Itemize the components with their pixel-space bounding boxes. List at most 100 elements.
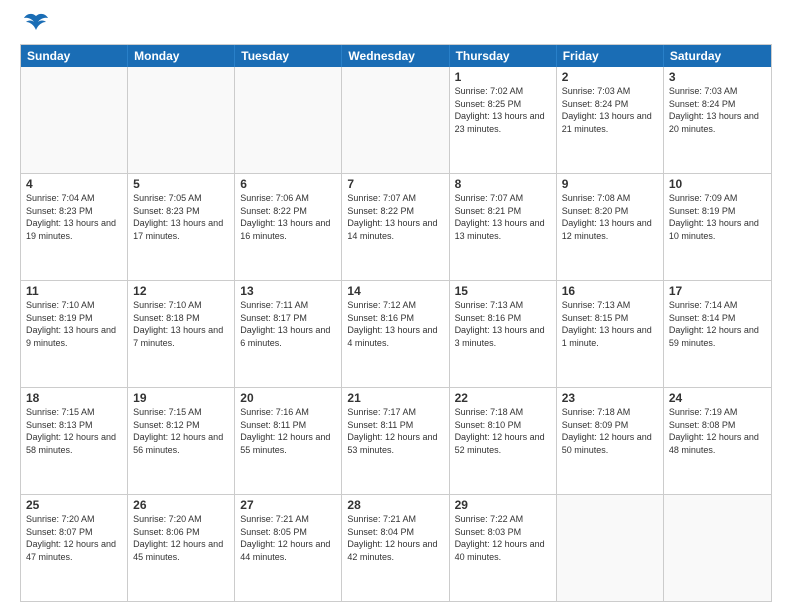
day-number: 22 [455,391,551,405]
calendar-row-3: 11 Sunrise: 7:10 AM Sunset: 8:19 PM Dayl… [21,280,771,387]
day-number: 5 [133,177,229,191]
day-info: Sunrise: 7:11 AM Sunset: 8:17 PM Dayligh… [240,299,336,349]
day-info: Sunrise: 7:17 AM Sunset: 8:11 PM Dayligh… [347,406,443,456]
calendar-cell: 16 Sunrise: 7:13 AM Sunset: 8:15 PM Dayl… [557,281,664,387]
bird-icon [22,12,50,36]
day-number: 15 [455,284,551,298]
day-number: 27 [240,498,336,512]
calendar-cell: 3 Sunrise: 7:03 AM Sunset: 8:24 PM Dayli… [664,67,771,173]
day-info: Sunrise: 7:10 AM Sunset: 8:18 PM Dayligh… [133,299,229,349]
day-info: Sunrise: 7:16 AM Sunset: 8:11 PM Dayligh… [240,406,336,456]
day-info: Sunrise: 7:10 AM Sunset: 8:19 PM Dayligh… [26,299,122,349]
day-number: 4 [26,177,122,191]
calendar-cell: 19 Sunrise: 7:15 AM Sunset: 8:12 PM Dayl… [128,388,235,494]
calendar-cell: 28 Sunrise: 7:21 AM Sunset: 8:04 PM Dayl… [342,495,449,601]
day-info: Sunrise: 7:18 AM Sunset: 8:10 PM Dayligh… [455,406,551,456]
page: Sunday Monday Tuesday Wednesday Thursday… [0,0,792,612]
day-number: 21 [347,391,443,405]
day-number: 8 [455,177,551,191]
calendar-cell: 29 Sunrise: 7:22 AM Sunset: 8:03 PM Dayl… [450,495,557,601]
day-number: 23 [562,391,658,405]
calendar-cell [21,67,128,173]
logo [20,16,50,36]
calendar-cell: 8 Sunrise: 7:07 AM Sunset: 8:21 PM Dayli… [450,174,557,280]
day-info: Sunrise: 7:13 AM Sunset: 8:16 PM Dayligh… [455,299,551,349]
day-info: Sunrise: 7:20 AM Sunset: 8:07 PM Dayligh… [26,513,122,563]
calendar-cell: 11 Sunrise: 7:10 AM Sunset: 8:19 PM Dayl… [21,281,128,387]
calendar-cell: 22 Sunrise: 7:18 AM Sunset: 8:10 PM Dayl… [450,388,557,494]
calendar-cell [557,495,664,601]
day-info: Sunrise: 7:09 AM Sunset: 8:19 PM Dayligh… [669,192,766,242]
day-number: 26 [133,498,229,512]
calendar-body: 1 Sunrise: 7:02 AM Sunset: 8:25 PM Dayli… [21,67,771,601]
day-info: Sunrise: 7:03 AM Sunset: 8:24 PM Dayligh… [669,85,766,135]
calendar-cell: 6 Sunrise: 7:06 AM Sunset: 8:22 PM Dayli… [235,174,342,280]
calendar-cell: 18 Sunrise: 7:15 AM Sunset: 8:13 PM Dayl… [21,388,128,494]
calendar-cell: 1 Sunrise: 7:02 AM Sunset: 8:25 PM Dayli… [450,67,557,173]
day-info: Sunrise: 7:03 AM Sunset: 8:24 PM Dayligh… [562,85,658,135]
day-number: 14 [347,284,443,298]
calendar-cell: 4 Sunrise: 7:04 AM Sunset: 8:23 PM Dayli… [21,174,128,280]
day-number: 9 [562,177,658,191]
day-number: 18 [26,391,122,405]
header-tuesday: Tuesday [235,45,342,67]
day-number: 6 [240,177,336,191]
day-info: Sunrise: 7:22 AM Sunset: 8:03 PM Dayligh… [455,513,551,563]
header-monday: Monday [128,45,235,67]
calendar-cell: 7 Sunrise: 7:07 AM Sunset: 8:22 PM Dayli… [342,174,449,280]
calendar-cell: 25 Sunrise: 7:20 AM Sunset: 8:07 PM Dayl… [21,495,128,601]
day-number: 13 [240,284,336,298]
day-number: 24 [669,391,766,405]
calendar-row-4: 18 Sunrise: 7:15 AM Sunset: 8:13 PM Dayl… [21,387,771,494]
day-info: Sunrise: 7:06 AM Sunset: 8:22 PM Dayligh… [240,192,336,242]
day-number: 10 [669,177,766,191]
day-info: Sunrise: 7:02 AM Sunset: 8:25 PM Dayligh… [455,85,551,135]
header-saturday: Saturday [664,45,771,67]
calendar-row-5: 25 Sunrise: 7:20 AM Sunset: 8:07 PM Dayl… [21,494,771,601]
calendar-cell: 2 Sunrise: 7:03 AM Sunset: 8:24 PM Dayli… [557,67,664,173]
day-info: Sunrise: 7:07 AM Sunset: 8:22 PM Dayligh… [347,192,443,242]
day-number: 28 [347,498,443,512]
calendar-cell: 27 Sunrise: 7:21 AM Sunset: 8:05 PM Dayl… [235,495,342,601]
header-wednesday: Wednesday [342,45,449,67]
calendar-cell [342,67,449,173]
day-info: Sunrise: 7:05 AM Sunset: 8:23 PM Dayligh… [133,192,229,242]
calendar-row-2: 4 Sunrise: 7:04 AM Sunset: 8:23 PM Dayli… [21,173,771,280]
header-thursday: Thursday [450,45,557,67]
calendar-cell: 23 Sunrise: 7:18 AM Sunset: 8:09 PM Dayl… [557,388,664,494]
calendar-cell: 9 Sunrise: 7:08 AM Sunset: 8:20 PM Dayli… [557,174,664,280]
calendar-cell [128,67,235,173]
calendar-cell: 21 Sunrise: 7:17 AM Sunset: 8:11 PM Dayl… [342,388,449,494]
day-info: Sunrise: 7:14 AM Sunset: 8:14 PM Dayligh… [669,299,766,349]
day-number: 29 [455,498,551,512]
calendar-cell: 17 Sunrise: 7:14 AM Sunset: 8:14 PM Dayl… [664,281,771,387]
day-info: Sunrise: 7:19 AM Sunset: 8:08 PM Dayligh… [669,406,766,456]
calendar-row-1: 1 Sunrise: 7:02 AM Sunset: 8:25 PM Dayli… [21,67,771,173]
day-number: 25 [26,498,122,512]
calendar-cell: 14 Sunrise: 7:12 AM Sunset: 8:16 PM Dayl… [342,281,449,387]
day-info: Sunrise: 7:21 AM Sunset: 8:05 PM Dayligh… [240,513,336,563]
day-number: 12 [133,284,229,298]
calendar-cell: 24 Sunrise: 7:19 AM Sunset: 8:08 PM Dayl… [664,388,771,494]
calendar-cell: 5 Sunrise: 7:05 AM Sunset: 8:23 PM Dayli… [128,174,235,280]
header-friday: Friday [557,45,664,67]
calendar-cell: 20 Sunrise: 7:16 AM Sunset: 8:11 PM Dayl… [235,388,342,494]
day-info: Sunrise: 7:08 AM Sunset: 8:20 PM Dayligh… [562,192,658,242]
day-number: 3 [669,70,766,84]
day-info: Sunrise: 7:07 AM Sunset: 8:21 PM Dayligh… [455,192,551,242]
calendar-cell: 12 Sunrise: 7:10 AM Sunset: 8:18 PM Dayl… [128,281,235,387]
header-sunday: Sunday [21,45,128,67]
day-number: 20 [240,391,336,405]
calendar-cell [664,495,771,601]
day-info: Sunrise: 7:18 AM Sunset: 8:09 PM Dayligh… [562,406,658,456]
day-info: Sunrise: 7:15 AM Sunset: 8:12 PM Dayligh… [133,406,229,456]
calendar-cell: 13 Sunrise: 7:11 AM Sunset: 8:17 PM Dayl… [235,281,342,387]
day-info: Sunrise: 7:04 AM Sunset: 8:23 PM Dayligh… [26,192,122,242]
day-info: Sunrise: 7:12 AM Sunset: 8:16 PM Dayligh… [347,299,443,349]
day-number: 1 [455,70,551,84]
calendar-header: Sunday Monday Tuesday Wednesday Thursday… [21,45,771,67]
day-number: 11 [26,284,122,298]
day-number: 17 [669,284,766,298]
calendar: Sunday Monday Tuesday Wednesday Thursday… [20,44,772,602]
day-info: Sunrise: 7:20 AM Sunset: 8:06 PM Dayligh… [133,513,229,563]
